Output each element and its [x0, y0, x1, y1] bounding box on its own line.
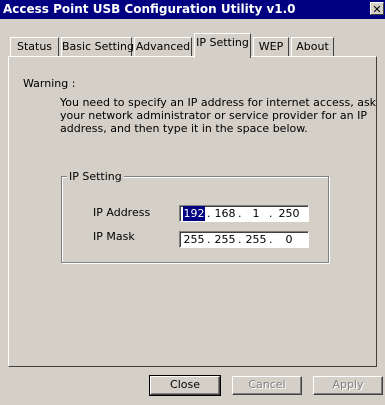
ip-mask-octet-2[interactable]: 255: [214, 232, 236, 247]
octet-separator: .: [207, 233, 211, 246]
close-button[interactable]: Close: [149, 375, 221, 396]
octet-separator: .: [269, 233, 273, 246]
octet-separator: .: [207, 207, 211, 220]
tab-about[interactable]: About: [291, 37, 334, 57]
cancel-button[interactable]: Cancel: [232, 376, 302, 395]
ip-address-octet-4[interactable]: 250: [278, 206, 300, 221]
close-window-icon[interactable]: ✕: [370, 2, 384, 16]
tab-ip-setting[interactable]: IP Setting: [194, 33, 251, 58]
tab-basic-setting[interactable]: Basic Setting: [61, 37, 134, 57]
apply-button[interactable]: Apply: [313, 376, 383, 395]
ip-mask-field[interactable]: 255 . 255 . 255 . 0: [179, 231, 309, 248]
ip-address-octet-2[interactable]: 168: [214, 206, 236, 221]
title-bar: Access Point USB Configuration Utility v…: [0, 0, 385, 19]
tab-advanced[interactable]: Advanced: [134, 37, 192, 57]
octet-separator: .: [238, 233, 242, 246]
octet-separator: .: [269, 207, 273, 220]
octet-separator: .: [238, 207, 242, 220]
ip-address-octet-1[interactable]: 192: [183, 206, 205, 221]
ip-setting-group-title: IP Setting: [67, 170, 124, 183]
ip-mask-octet-4[interactable]: 0: [278, 232, 300, 247]
tab-wep[interactable]: WEP: [253, 37, 289, 57]
ip-mask-octet-1[interactable]: 255: [183, 232, 205, 247]
ip-address-octet-3[interactable]: 1: [245, 206, 267, 221]
tab-status[interactable]: Status: [10, 37, 59, 57]
warning-text: You need to specify an IP address for in…: [60, 96, 377, 135]
window-title: Access Point USB Configuration Utility v…: [3, 2, 296, 16]
warning-label: Warning :: [23, 77, 76, 90]
ip-mask-octet-3[interactable]: 255: [245, 232, 267, 247]
ip-address-field[interactable]: 192 . 168 . 1 . 250: [179, 205, 309, 222]
ip-mask-label: IP Mask: [93, 230, 135, 243]
ip-address-label: IP Address: [93, 206, 151, 219]
